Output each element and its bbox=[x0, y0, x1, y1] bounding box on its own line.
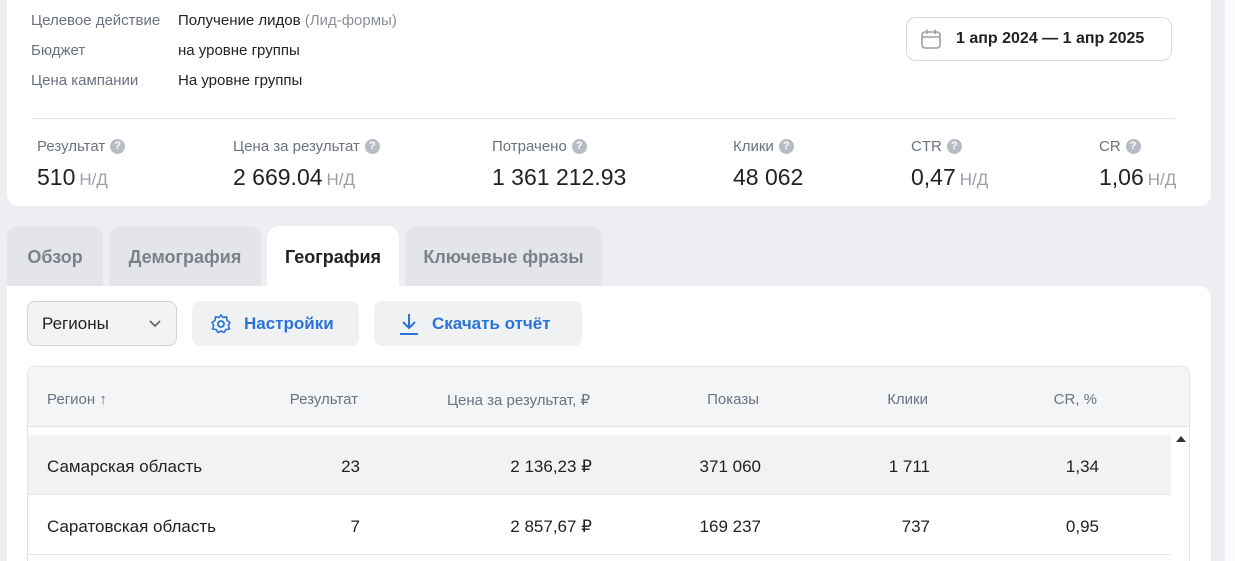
metric-result: Результат? 510 Н/Д bbox=[37, 137, 126, 191]
help-icon[interactable]: ? bbox=[1125, 138, 1141, 154]
column-header-result[interactable]: Результат bbox=[290, 391, 358, 408]
metric-label: Потрачено bbox=[492, 137, 567, 155]
metric-label: CTR bbox=[911, 137, 942, 155]
cell-cost-per-result: 2 136,23 ₽ bbox=[510, 457, 592, 476]
tab-demography[interactable]: Демография bbox=[109, 226, 261, 288]
target-action-sub: (Лид-формы) bbox=[304, 12, 397, 29]
column-header-cr[interactable]: CR, % bbox=[1054, 391, 1097, 408]
budget-label: Бюджет bbox=[31, 42, 86, 59]
select-value: Регионы bbox=[42, 313, 109, 333]
help-icon[interactable]: ? bbox=[946, 138, 962, 154]
metric-clicks: Клики? 48 062 bbox=[733, 137, 803, 191]
column-header-region[interactable]: Регион ↑ bbox=[47, 391, 107, 408]
tab-geography[interactable]: География bbox=[267, 226, 399, 288]
region-level-select[interactable]: Регионы bbox=[27, 301, 177, 346]
metric-spent: Потрачено? 1 361 212.93 bbox=[492, 137, 626, 191]
column-header-clicks[interactable]: Клики bbox=[887, 391, 928, 408]
cell-clicks: 737 bbox=[901, 517, 930, 536]
budget-row: Бюджет на уровне группы bbox=[31, 42, 300, 59]
help-icon[interactable]: ? bbox=[364, 138, 380, 154]
column-header-cost-per-result[interactable]: Цена за результат, ₽ bbox=[447, 391, 590, 409]
regions-table: Регион ↑ Результат Цена за результат, ₽ … bbox=[27, 366, 1190, 561]
tab-keywords[interactable]: Ключевые фразы bbox=[405, 226, 602, 288]
date-range-button[interactable]: 1 апр 2024 — 1 апр 2025 bbox=[906, 17, 1172, 61]
cell-cost-per-result: 2 857,67 ₽ bbox=[510, 517, 592, 536]
metric-suffix: Н/Д bbox=[79, 170, 108, 189]
metric-label: Результат bbox=[37, 137, 106, 155]
table-row[interactable]: Саратовская область 7 2 857,67 ₽ 169 237… bbox=[28, 495, 1171, 555]
campaign-price-value: На уровне группы bbox=[178, 72, 303, 89]
gear-icon bbox=[211, 313, 231, 333]
target-action-row: Целевое действие Получение лидов (Лид-фо… bbox=[31, 12, 397, 29]
column-header-impressions[interactable]: Показы bbox=[707, 391, 759, 408]
campaign-price-label: Цена кампании bbox=[31, 72, 139, 89]
settings-button[interactable]: Настройки bbox=[192, 301, 359, 346]
target-action-value: Получение лидов bbox=[178, 12, 301, 29]
download-label: Скачать отчёт bbox=[432, 313, 551, 333]
target-action-label: Целевое действие bbox=[31, 12, 161, 29]
metric-cr: CR? 1,06 Н/Д bbox=[1099, 137, 1176, 191]
metric-label: CR bbox=[1099, 137, 1121, 155]
table-row[interactable]: Самарская область 23 2 136,23 ₽ 371 060 … bbox=[28, 435, 1171, 495]
table-scrollbar[interactable] bbox=[1171, 428, 1189, 561]
cell-result: 23 bbox=[341, 457, 360, 476]
cell-clicks: 1 711 bbox=[888, 457, 930, 476]
help-icon[interactable]: ? bbox=[571, 138, 587, 154]
summary-divider bbox=[31, 118, 1175, 119]
metric-value: 48 062 bbox=[733, 164, 804, 190]
campaign-price-row: Цена кампании На уровне группы bbox=[31, 72, 302, 89]
metric-value: 1 361 212.93 bbox=[492, 164, 627, 190]
download-icon bbox=[400, 313, 418, 335]
metric-value: 2 669.04 bbox=[233, 164, 323, 190]
metric-value: 510 bbox=[37, 164, 76, 190]
budget-value: на уровне группы bbox=[178, 42, 300, 59]
download-report-button[interactable]: Скачать отчёт bbox=[374, 301, 582, 346]
cell-region: Самарская область bbox=[47, 457, 203, 476]
metric-suffix: Н/Д bbox=[326, 170, 356, 189]
metric-suffix: Н/Д bbox=[1147, 170, 1177, 189]
cell-impressions: 371 060 bbox=[699, 457, 761, 476]
chevron-down-icon bbox=[149, 320, 161, 328]
page-scroll-edge bbox=[1225, 0, 1235, 561]
calendar-icon bbox=[921, 29, 941, 49]
cell-cr: 0,95 bbox=[1065, 517, 1099, 536]
date-range-label: 1 апр 2024 — 1 апр 2025 bbox=[956, 30, 1145, 47]
tab-overview[interactable]: Обзор bbox=[7, 226, 103, 288]
metric-value: 0,47 bbox=[911, 164, 956, 190]
scroll-up-arrow-icon[interactable] bbox=[1176, 436, 1186, 442]
cell-impressions: 169 237 bbox=[699, 517, 761, 536]
metric-label: Цена за результат bbox=[233, 137, 360, 155]
metric-cost-per-result: Цена за результат? 2 669.04 Н/Д bbox=[233, 137, 380, 191]
help-icon[interactable]: ? bbox=[778, 138, 794, 154]
table-header: Регион ↑ Результат Цена за результат, ₽ … bbox=[28, 367, 1189, 427]
cell-region: Саратовская область bbox=[47, 517, 216, 536]
metric-suffix: Н/Д bbox=[959, 170, 989, 189]
help-icon[interactable]: ? bbox=[110, 138, 126, 154]
settings-label: Настройки bbox=[244, 313, 334, 333]
metric-label: Клики bbox=[733, 137, 774, 155]
metric-ctr: CTR? 0,47 Н/Д bbox=[911, 137, 988, 191]
metric-value: 1,06 bbox=[1099, 164, 1144, 190]
cell-result: 7 bbox=[350, 517, 360, 536]
cell-cr: 1,34 bbox=[1065, 457, 1099, 476]
